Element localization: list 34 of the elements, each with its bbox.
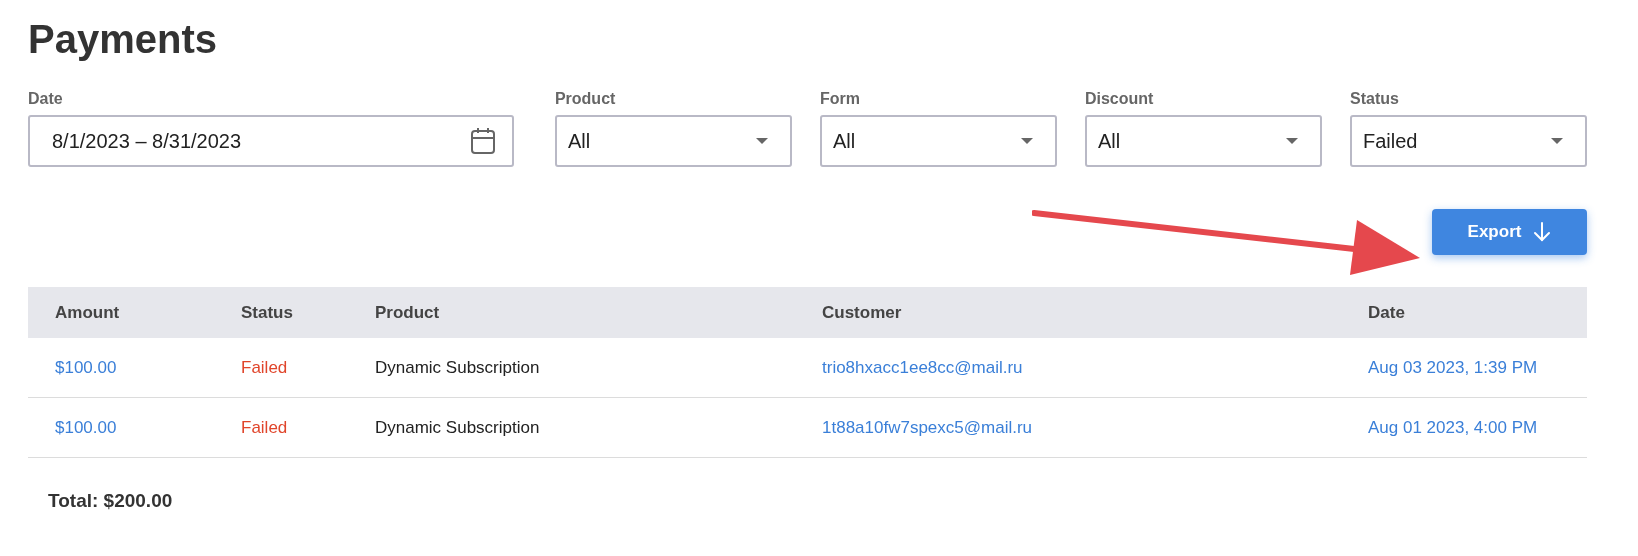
customer-email-link[interactable]: trio8hxacc1ee8cc@mail.ru [822,357,1368,378]
status-text: Failed [241,357,289,378]
status-text: Failed [241,417,289,438]
filter-label: Discount [1084,90,1154,108]
select-field[interactable]: All [819,115,1057,167]
column-header: Customer [822,302,903,323]
filter-label: Product [554,90,616,108]
caret-icon [755,138,768,144]
caret-icon [1286,138,1298,144]
column-header: Date [1368,302,1405,323]
column-header: Status [241,302,294,323]
product-cell-text: Dynamic Subscription [375,417,541,438]
filter-label: Form [819,90,860,108]
download-arrow-icon [1533,222,1552,242]
column-header: Amount [55,302,121,323]
caret-icon [1020,138,1033,144]
page-title: Payments [28,16,218,63]
filter-label: Date [28,90,63,108]
column-header: Product [375,302,441,323]
amount-link[interactable]: $100.00 [55,417,241,438]
calendar-icon [469,127,496,155]
filter-label: Status [1350,90,1399,108]
export-button[interactable]: Export [1432,209,1587,255]
select-field[interactable]: All [1084,115,1322,167]
customer-email-link[interactable]: 1t88a10fw7spexc5@mail.ru [822,417,1368,438]
product-cell-text: Dynamic Subscription [375,357,541,378]
amount-link[interactable]: $100.00 [55,357,241,378]
caret-icon [1551,138,1564,144]
date-link[interactable]: Aug 01 2023, 4:00 PM [1368,417,1538,438]
select-field[interactable]: Failed [1350,115,1588,167]
date-range-field[interactable]: 8/1/2023 – 8/31/2023 [28,115,514,167]
total-text: Total: $200.00 [48,490,173,512]
select-field[interactable]: All [554,115,792,167]
date-link[interactable]: Aug 03 2023, 1:39 PM [1368,357,1538,378]
